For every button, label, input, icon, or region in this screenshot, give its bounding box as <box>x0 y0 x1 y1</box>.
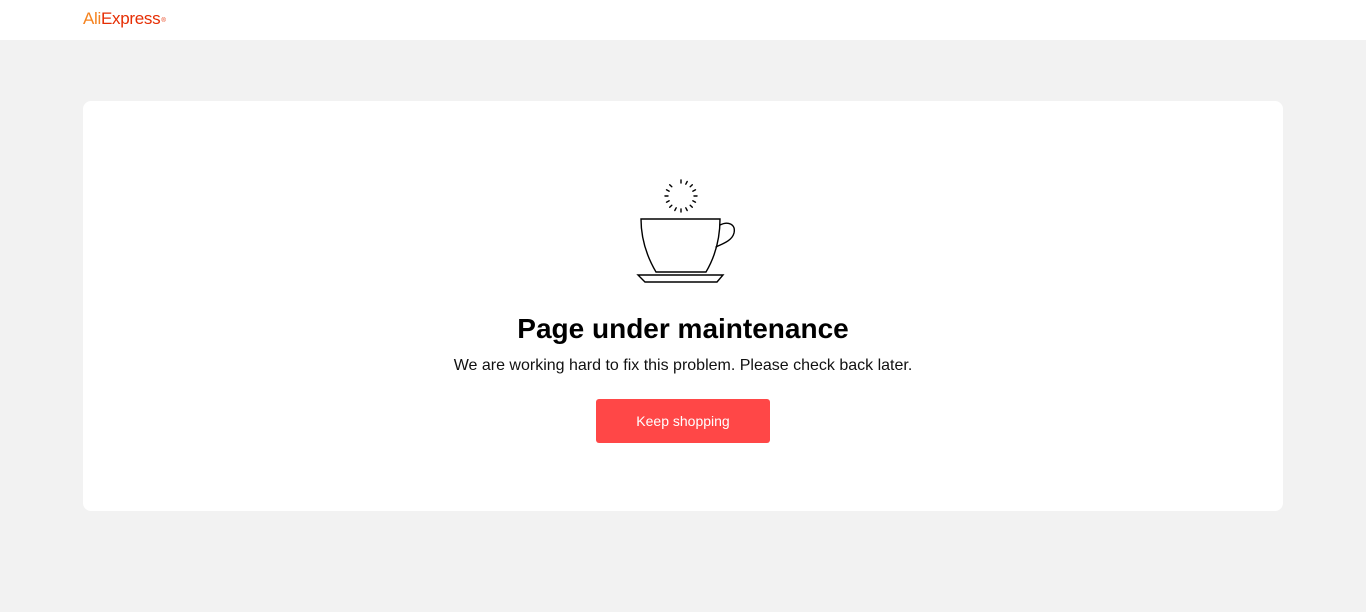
logo-text-ali: Ali <box>83 9 101 28</box>
steam-icon <box>664 179 698 213</box>
maintenance-message: We are working hard to fix this problem.… <box>453 357 913 374</box>
logo-registered-mark: ® <box>161 18 166 24</box>
maintenance-card: Page under maintenance We are working ha… <box>83 101 1283 511</box>
aliexpress-logo[interactable]: Ali Express ® <box>83 9 166 31</box>
page-title: Page under maintenance <box>517 313 849 344</box>
top-bar: Ali Express ® <box>0 0 1366 40</box>
coffee-cup-icon <box>636 179 735 283</box>
logo-text-express: Express <box>101 9 161 28</box>
keep-shopping-button[interactable]: Keep shopping <box>596 399 770 443</box>
